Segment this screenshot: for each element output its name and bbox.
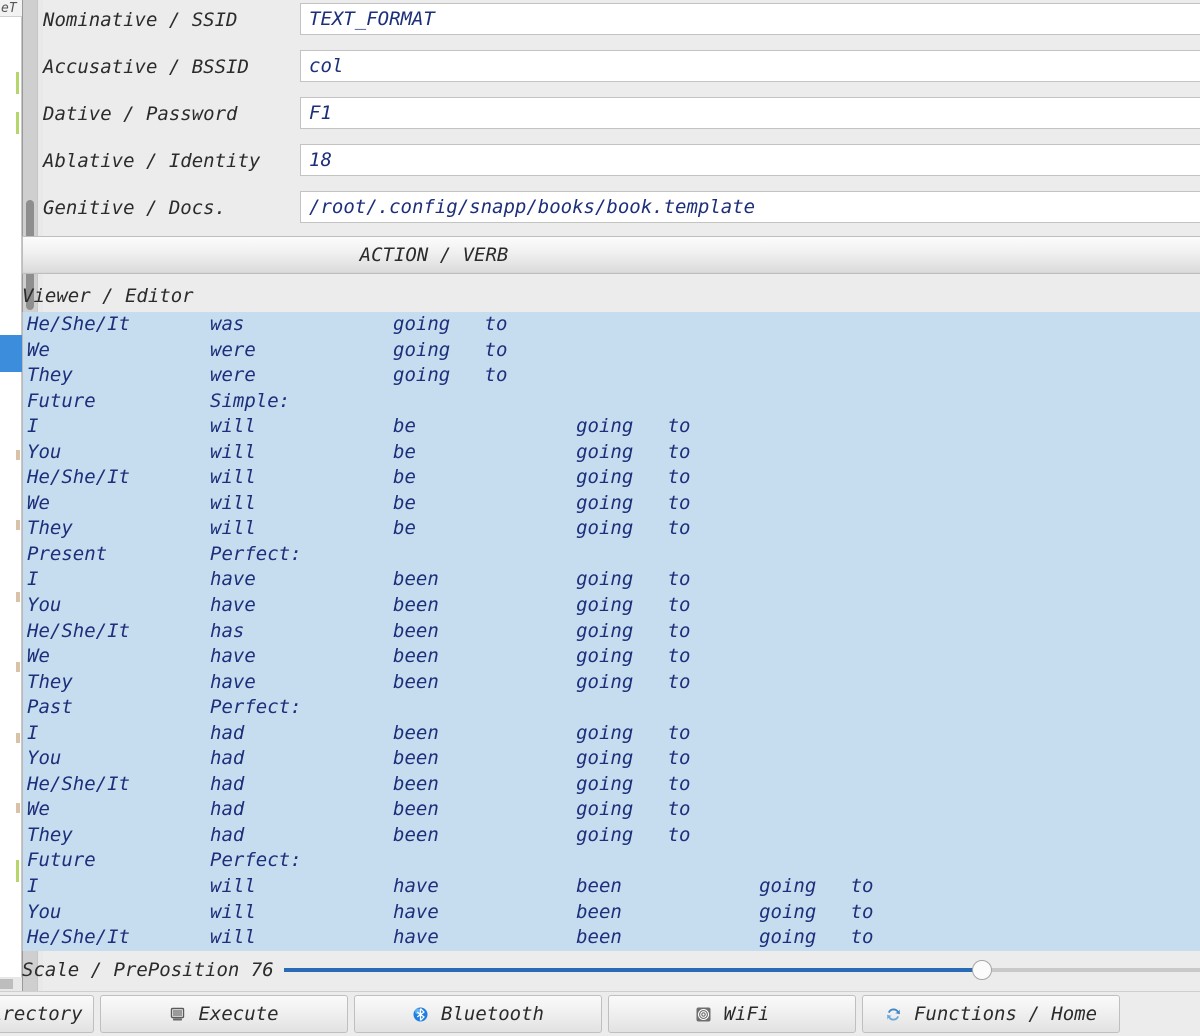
slider-fill [283, 968, 982, 972]
editor-line: You had been going to [27, 747, 691, 770]
background-marker-green [16, 112, 19, 134]
editor-line: He/She/It was going to [27, 313, 508, 335]
editor-line: They had been going to [27, 823, 691, 846]
directory-button[interactable]: irectory [0, 995, 94, 1033]
functions-home-button-label: Functions / Home [913, 1003, 1098, 1025]
label-ssid: Nominative / SSID [43, 9, 238, 31]
wifi-button-label: WiFi [723, 1003, 770, 1025]
form-row-ssid: Nominative / SSID [43, 3, 1200, 37]
background-marker-tick [16, 592, 20, 602]
background-horizontal-scrollbar[interactable] [0, 977, 22, 991]
form-row-bssid: Accusative / BSSID [43, 50, 1200, 84]
scale-slider[interactable] [283, 959, 1200, 981]
background-window[interactable]: eT [0, 0, 22, 1000]
monitor-icon [169, 1006, 186, 1023]
bluetooth-icon [412, 1006, 429, 1023]
form-row-password: Dative / Password [43, 97, 1200, 131]
editor-line: They will be going to [27, 517, 691, 540]
editor-line: He/She/It has been going to [27, 619, 691, 642]
background-window-title: eT [0, 0, 22, 17]
input-ssid[interactable] [300, 3, 1200, 35]
background-marker-tick [16, 733, 20, 743]
scale-preposition-label: Scale / PrePosition 76 [22, 959, 274, 981]
background-marker-green [16, 860, 19, 882]
bottom-toolbar: irectory Execute Bluetooth WiFi Function… [0, 991, 1200, 1036]
editor-line: We were going to [27, 338, 508, 361]
editor-line: We have been going to [27, 645, 691, 668]
action-verb-button[interactable]: ACTION / VERB [22, 236, 1200, 274]
background-marker-tick [16, 803, 20, 813]
editor-line: He/She/It will be going to [27, 466, 691, 489]
editor-line: Future Perfect: [27, 849, 302, 872]
bluetooth-button-label: Bluetooth [441, 1003, 544, 1025]
editor-line: I have been going to [27, 568, 691, 591]
slider-knob[interactable] [971, 960, 992, 980]
functions-home-button[interactable]: Functions / Home [862, 995, 1120, 1033]
label-identity: Ablative / Identity [43, 150, 261, 172]
input-password[interactable] [300, 97, 1200, 129]
slider-value: 76 [250, 959, 274, 981]
text-editor[interactable]: He/She/It was going to We were going to Th… [22, 312, 1200, 951]
editor-line: You have been going to [27, 594, 691, 617]
editor-line: You will be going to [27, 440, 691, 463]
slider-label-text: Scale / PrePosition [22, 959, 240, 981]
editor-line: Present Perfect: [27, 542, 302, 565]
background-marker-green [16, 72, 19, 94]
editor-line: They have been going to [27, 670, 691, 693]
label-docs: Genitive / Docs. [43, 197, 227, 219]
editor-line: I will have been going to [27, 875, 874, 898]
label-bssid: Accusative / BSSID [43, 56, 249, 78]
editor-line: I will be going to [27, 415, 691, 438]
editor-line: We had been going to [27, 798, 691, 821]
editor-line: He/She/It will have been going to [27, 926, 874, 949]
scale-preposition-row: Scale / PrePosition 76 [22, 953, 1200, 987]
action-verb-label: ACTION / VERB [359, 244, 509, 266]
slider-remainder [981, 968, 1200, 972]
form-row-identity: Ablative / Identity [43, 144, 1200, 178]
directory-button-label: irectory [0, 1003, 83, 1025]
wifi-icon [695, 1006, 712, 1023]
bluetooth-button[interactable]: Bluetooth [354, 995, 602, 1033]
label-password: Dative / Password [43, 103, 238, 125]
background-selected-row[interactable] [0, 335, 22, 372]
editor-line: They were going to [27, 364, 508, 387]
refresh-icon [885, 1006, 902, 1023]
background-marker-tick [16, 520, 20, 530]
execute-button[interactable]: Execute [100, 995, 348, 1033]
input-identity[interactable] [300, 144, 1200, 176]
input-bssid[interactable] [300, 50, 1200, 82]
editor-line: Future Simple: [27, 389, 291, 412]
input-docs[interactable] [300, 191, 1200, 223]
execute-button-label: Execute [198, 1003, 279, 1025]
editor-line: He/She/It had been going to [27, 772, 691, 795]
form-row-docs: Genitive / Docs. [43, 191, 1200, 225]
editor-line: You will have been going to [27, 900, 874, 923]
editor-line: Past Perfect: [27, 696, 302, 719]
editor-line: We will be going to [27, 491, 691, 514]
viewer-editor-label: Viewer / Editor [22, 285, 194, 307]
background-marker-tick [16, 450, 20, 460]
editor-line: I had been going to [27, 721, 691, 744]
app-root: eT Nominative / SSID Accusative / BSSID [0, 0, 1200, 1036]
background-marker-tick [16, 662, 20, 672]
wifi-button[interactable]: WiFi [608, 995, 856, 1033]
